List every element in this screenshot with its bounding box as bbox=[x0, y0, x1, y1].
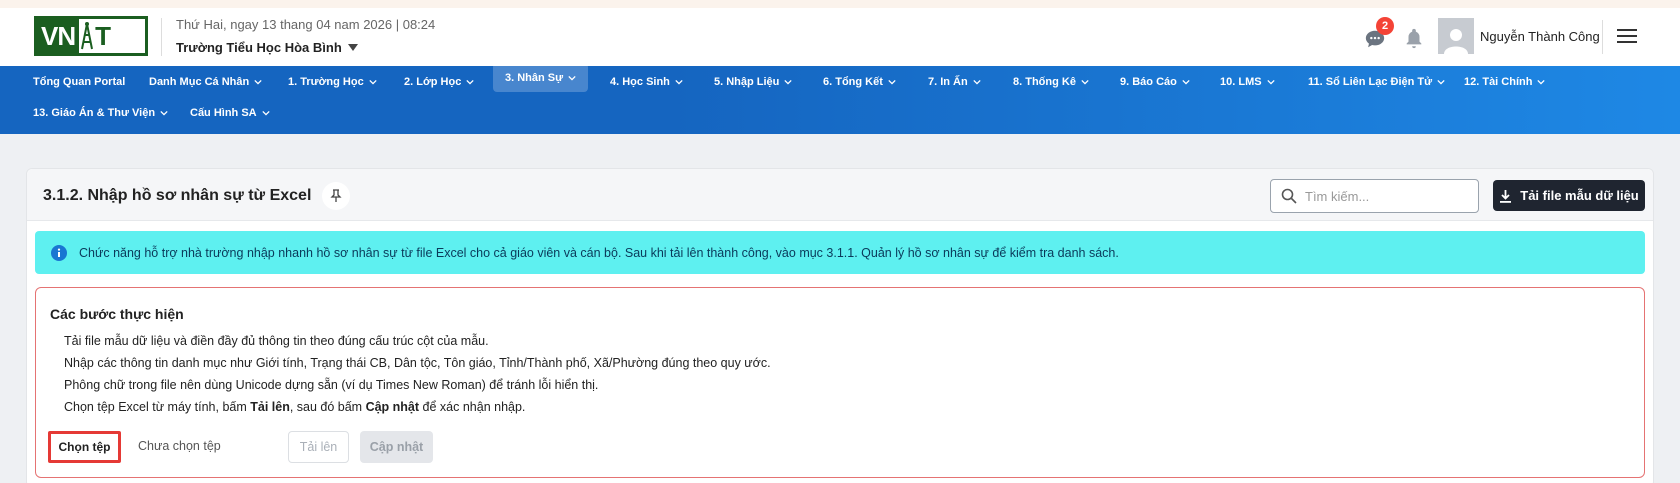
chevron-down-icon bbox=[1266, 79, 1275, 85]
chevron-down-icon bbox=[466, 79, 474, 85]
panel-header: 3.1.2. Nhập hồ sơ nhân sự từ Excel Tải f… bbox=[27, 169, 1653, 221]
user-divider bbox=[1602, 20, 1603, 54]
info-text: Chức năng hỗ trợ nhà trường nhập nhanh h… bbox=[79, 245, 1119, 260]
upload-button[interactable]: Tải lên bbox=[288, 431, 349, 463]
pin-icon bbox=[330, 189, 342, 202]
info-alert: Chức năng hỗ trợ nhà trường nhập nhanh h… bbox=[35, 231, 1645, 274]
nav-item-hoc-sinh[interactable]: 4. Học Sinh bbox=[598, 68, 695, 96]
update-button[interactable]: Cập nhật bbox=[360, 431, 433, 463]
chevron-down-icon bbox=[369, 79, 377, 85]
tower-icon bbox=[79, 19, 95, 53]
steps-title: Các bước thực hiện bbox=[50, 306, 184, 322]
search-input[interactable] bbox=[1305, 188, 1465, 204]
search-icon bbox=[1281, 188, 1297, 204]
top-strip bbox=[0, 0, 1680, 8]
nav-item-tong-ket[interactable]: 6. Tổng Kết bbox=[811, 68, 908, 96]
app-header: VN T Thứ Hai, ngay 13 thang 04 nam 2026 … bbox=[0, 8, 1680, 66]
download-label: Tải file mẫu dữ liệu bbox=[1520, 188, 1639, 203]
pin-button[interactable] bbox=[322, 182, 350, 210]
chevron-down-icon bbox=[1437, 79, 1445, 85]
nav-item-nhap-lieu[interactable]: 5. Nhập Liệu bbox=[702, 68, 804, 96]
chevron-down-icon bbox=[973, 79, 981, 85]
chevron-down-icon bbox=[1081, 79, 1089, 85]
school-selector[interactable]: Trường Tiểu Học Hòa Bình bbox=[176, 40, 358, 55]
chevron-down-icon bbox=[675, 79, 683, 85]
step-2: Nhập các thông tin danh mục như Giới tín… bbox=[64, 356, 771, 370]
info-icon bbox=[51, 244, 67, 261]
chevron-down-icon bbox=[1537, 79, 1546, 85]
nav-item-tong-quan[interactable]: Tổng Quan Portal bbox=[21, 68, 137, 96]
school-name: Trường Tiểu Học Hòa Bình bbox=[176, 40, 342, 55]
avatar[interactable] bbox=[1438, 18, 1474, 54]
header-divider bbox=[161, 18, 162, 56]
chevron-down-icon bbox=[160, 110, 168, 116]
download-template-button[interactable]: Tải file mẫu dữ liệu bbox=[1493, 180, 1645, 211]
nav-item-thong-ke[interactable]: 8. Thống Kê bbox=[1001, 68, 1101, 96]
nav-item-tai-chinh[interactable]: 12. Tài Chính bbox=[1452, 68, 1557, 96]
menu-icon[interactable] bbox=[1617, 27, 1637, 45]
search-box[interactable] bbox=[1270, 179, 1479, 213]
nav-item-truong-hoc[interactable]: 1. Trường Học bbox=[276, 68, 389, 96]
caret-down-icon bbox=[347, 43, 358, 51]
download-icon bbox=[1500, 189, 1512, 203]
date-line: Thứ Hai, ngay 13 thang 04 nam 2026 | 08:… bbox=[176, 17, 436, 32]
chevron-down-icon bbox=[888, 79, 896, 85]
bell-icon[interactable] bbox=[1403, 27, 1425, 49]
choose-file-button[interactable]: Chọn tệp bbox=[48, 431, 121, 463]
steps-box: Các bước thực hiện Tải file mẫu dữ liệu … bbox=[35, 287, 1645, 478]
chevron-down-icon bbox=[784, 79, 793, 85]
step-4: Chọn tệp Excel từ máy tính, bấm Tải lên,… bbox=[64, 400, 526, 414]
nav-item-danh-muc[interactable]: Danh Mục Cá Nhân bbox=[137, 68, 274, 96]
page-title: 3.1.2. Nhập hồ sơ nhân sự từ Excel bbox=[43, 187, 312, 204]
logo-text-left: VN bbox=[37, 19, 80, 53]
nav-item-lop-hoc[interactable]: 2. Lớp Học bbox=[392, 68, 486, 96]
user-name[interactable]: Nguyễn Thành Công bbox=[1480, 29, 1600, 44]
chevron-down-icon bbox=[254, 79, 262, 85]
import-panel: 3.1.2. Nhập hồ sơ nhân sự từ Excel Tải f… bbox=[26, 168, 1654, 483]
avatar-icon bbox=[1444, 29, 1468, 54]
logo[interactable]: VN T bbox=[34, 16, 148, 56]
notification-badge: 2 bbox=[1376, 17, 1394, 35]
chevron-down-icon bbox=[1182, 79, 1190, 85]
nav-item-cau-hinh[interactable]: Cấu Hình SA bbox=[178, 99, 282, 127]
no-file-label: Chưa chọn tệp bbox=[138, 439, 221, 453]
step-1: Tải file mẫu dữ liệu và điền đầy đủ thôn… bbox=[64, 334, 489, 348]
nav-item-lms[interactable]: 10. LMS bbox=[1208, 68, 1287, 96]
nav-item-in-an[interactable]: 7. In Ấn bbox=[916, 68, 993, 96]
nav-item-giao-an[interactable]: 13. Giáo Án & Thư Viện bbox=[21, 99, 180, 127]
nav-item-nhan-su[interactable]: 3. Nhân Sự bbox=[493, 63, 589, 92]
nav-item-bao-cao[interactable]: 9. Báo Cáo bbox=[1108, 68, 1202, 96]
chevron-down-icon bbox=[261, 110, 270, 116]
logo-text-right: T bbox=[95, 20, 111, 51]
chevron-down-icon bbox=[568, 75, 576, 81]
nav-item-so-lien-lac[interactable]: 11. Sổ Liên Lạc Điện Tử bbox=[1296, 68, 1457, 96]
step-3: Phông chữ trong file nên dùng Unicode dự… bbox=[64, 378, 599, 392]
main-nav: Tổng Quan Portal Danh Mục Cá Nhân 1. Trư… bbox=[0, 63, 1680, 134]
